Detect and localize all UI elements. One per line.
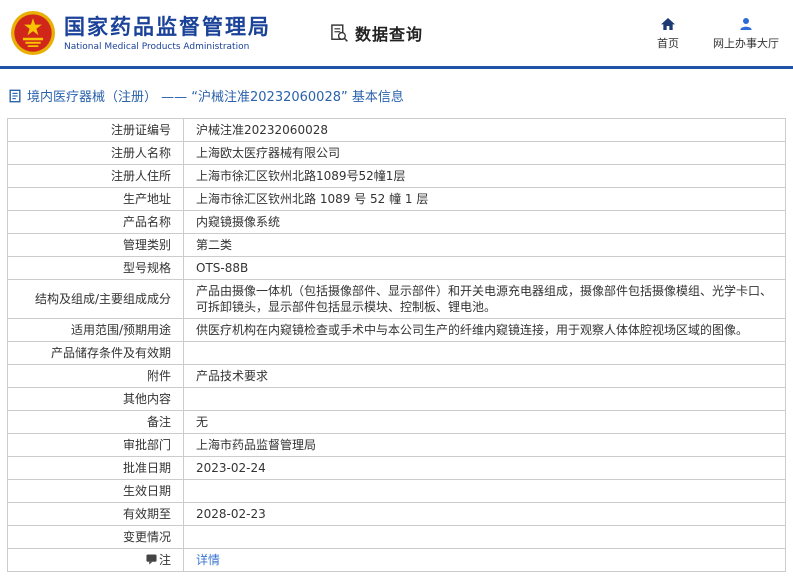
field-value [183,387,786,411]
table-row: 适用范围/预期用途 供医疗机构在内窥镜检查或手术中与本公司生产的纤维内窥镜连接，… [7,318,786,342]
field-label: 注册证编号 [7,118,184,142]
field-label: 有效期至 [7,502,184,526]
breadcrumb-text: 境内医疗器械（注册） —— “沪械注准20232060028” 基本信息 [27,90,404,105]
table-row: 备注 无 [7,410,786,434]
field-label: 注册人名称 [7,141,184,165]
data-query-label: 数据查询 [355,25,424,44]
field-label: 生产地址 [7,187,184,211]
table-row: 附件 产品技术要求 [7,364,786,388]
field-value: 2028-02-23 [183,502,786,526]
site-title: 国家药品监督管理局 [64,15,271,39]
field-label: 附件 [7,364,184,388]
table-row: 审批部门 上海市药品监督管理局 [7,433,786,457]
table-row: 型号规格 OTS-88B [7,256,786,280]
nav-service-hall-label: 网上办事大厅 [713,36,779,50]
field-label: 产品储存条件及有效期 [7,341,184,365]
table-row: 其他内容 [7,387,786,411]
field-label: 适用范围/预期用途 [7,318,184,342]
nav-home[interactable]: 首页 [657,16,679,51]
table-row: 变更情况 [7,525,786,549]
field-label: 审批部门 [7,433,184,457]
field-label: 结构及组成/主要组成成分 [7,279,184,319]
field-value: 2023-02-24 [183,456,786,480]
field-value: 上海市徐汇区钦州北路 1089 号 52 幢 1 层 [183,187,786,211]
site-title-block: 国家药品监督管理局 National Medical Products Admi… [64,14,271,52]
site-header: 国家药品监督管理局 National Medical Products Admi… [0,0,793,69]
field-value: 上海市药品监督管理局 [183,433,786,457]
field-label: 型号规格 [7,256,184,280]
field-label: 管理类别 [7,233,184,257]
table-row: 结构及组成/主要组成成分 产品由摄像一体机（包括摄像部件、显示部件）和开关电源充… [7,279,786,319]
home-icon [661,17,675,30]
field-value: 详情 [183,548,786,572]
field-value [183,525,786,549]
document-icon [9,89,21,102]
field-value: 上海市徐汇区钦州北路1089号52幢1层 [183,164,786,188]
field-label: 备注 [7,410,184,434]
table-row: 有效期至 2028-02-23 [7,502,786,526]
field-value: 内窥镜摄像系统 [183,210,786,234]
field-label: 注 [7,548,184,572]
breadcrumb: 境内医疗器械（注册） —— “沪械注准20232060028” 基本信息 [0,69,793,105]
field-label: 生效日期 [7,479,184,503]
field-value [183,479,786,503]
field-label: 产品名称 [7,210,184,234]
field-value: 上海欧太医疗器械有限公司 [183,141,786,165]
user-icon [740,17,752,30]
table-row: 产品名称 内窥镜摄像系统 [7,210,786,234]
field-value: 沪械注准20232060028 [183,118,786,142]
table-row: 生效日期 [7,479,786,503]
nav-home-label: 首页 [657,36,679,50]
field-label: 其他内容 [7,387,184,411]
table-row: 注 详情 [7,548,786,572]
note-icon [146,554,157,565]
table-row: 产品储存条件及有效期 [7,341,786,365]
field-label-text: 注 [158,553,171,567]
field-label: 注册人住所 [7,164,184,188]
site-subtitle: National Medical Products Administration [64,42,250,52]
data-query-icon [331,24,348,42]
field-label: 批准日期 [7,456,184,480]
field-value: 供医疗机构在内窥镜检查或手术中与本公司生产的纤维内窥镜连接，用于观察人体体腔视场… [183,318,786,342]
national-emblem-icon [10,10,56,56]
table-row: 批准日期 2023-02-24 [7,456,786,480]
field-value: 无 [183,410,786,434]
registration-info-table: 注册证编号 沪械注准20232060028 注册人名称 上海欧太医疗器械有限公司… [7,118,786,572]
nav-service-hall[interactable]: 网上办事大厅 [713,16,779,51]
data-query-nav[interactable]: 数据查询 [329,21,423,45]
header-nav: 首页 网上办事大厅 [657,16,779,51]
table-row: 生产地址 上海市徐汇区钦州北路 1089 号 52 幢 1 层 [7,187,786,211]
detail-link[interactable]: 详情 [196,553,220,567]
table-row: 注册证编号 沪械注准20232060028 [7,118,786,142]
field-value: 产品技术要求 [183,364,786,388]
field-value: 第二类 [183,233,786,257]
field-value: OTS-88B [183,256,786,280]
nmpa-logo[interactable]: 国家药品监督管理局 National Medical Products Admi… [10,10,271,56]
field-value [183,341,786,365]
table-row: 注册人住所 上海市徐汇区钦州北路1089号52幢1层 [7,164,786,188]
table-row: 管理类别 第二类 [7,233,786,257]
field-value: 产品由摄像一体机（包括摄像部件、显示部件）和开关电源充电器组成，摄像部件包括摄像… [183,279,786,319]
field-label: 变更情况 [7,525,184,549]
table-row: 注册人名称 上海欧太医疗器械有限公司 [7,141,786,165]
